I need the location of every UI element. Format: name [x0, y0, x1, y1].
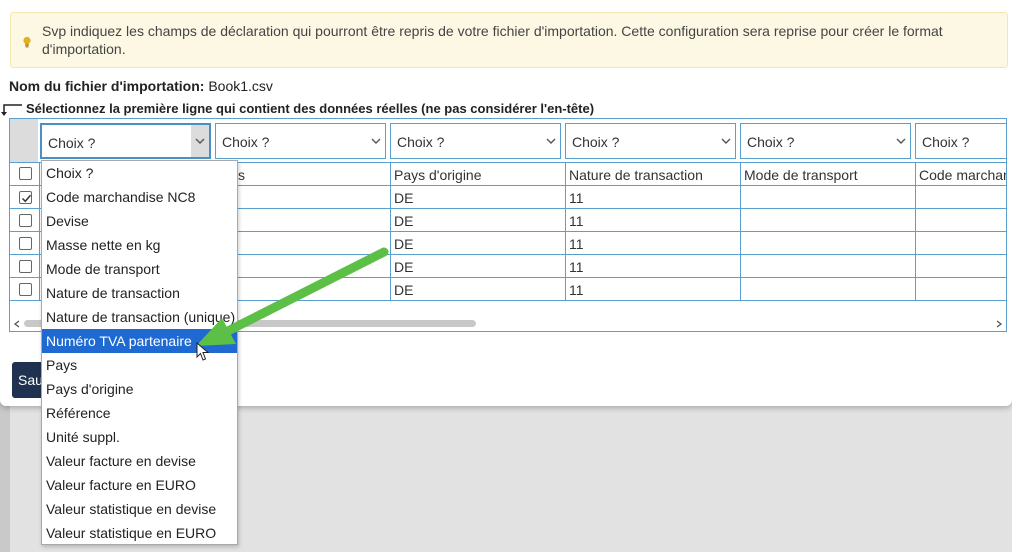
lightbulb-icon: [23, 36, 31, 48]
file-name-line: Nom du fichier d'importation: Book1.csv: [9, 78, 273, 94]
chooser-label: Choix ?: [572, 134, 620, 150]
nature-cell: 11: [569, 282, 584, 298]
dropdown-option[interactable]: Nature de transaction: [42, 281, 237, 305]
column-chooser-3[interactable]: Choix ?: [390, 123, 561, 159]
info-notice: Svp indiquez les champs de déclaration q…: [10, 12, 1008, 68]
grid-line: [39, 162, 40, 301]
column-chooser-6[interactable]: Choix ?: [915, 123, 1006, 159]
origin-cell: DE: [394, 213, 414, 229]
row-checkbox[interactable]: [19, 237, 32, 250]
grid-line: [915, 162, 916, 301]
dropdown-option[interactable]: Valeur statistique en EURO: [42, 521, 237, 545]
chooser-label: Choix ?: [48, 135, 96, 151]
corner-arrow-icon: [1, 104, 22, 116]
nature-cell: 11: [569, 213, 584, 229]
dropdown-option[interactable]: Code marchandise NC8: [42, 185, 237, 209]
hint-text: Sélectionnez la première ligne qui conti…: [26, 101, 595, 116]
chevron-down-icon: [367, 124, 385, 158]
nature-cell: 11: [569, 190, 584, 206]
column-chooser-4[interactable]: Choix ?: [565, 123, 736, 159]
chooser-label: Choix ?: [222, 134, 270, 150]
grid-line: [740, 162, 741, 301]
dropdown-option[interactable]: Valeur facture en devise: [42, 449, 237, 473]
chevron-down-icon: [542, 124, 560, 158]
nature-cell: 11: [569, 259, 584, 275]
grid-line: [565, 162, 566, 301]
dropdown-option[interactable]: Devise: [42, 209, 237, 233]
file-name-label: Nom du fichier d'importation:: [9, 78, 205, 94]
chevron-down-icon: [892, 124, 910, 158]
grid-line: [390, 162, 391, 301]
row-checkbox[interactable]: [19, 260, 32, 273]
grid-corner: [10, 119, 38, 163]
dropdown-option[interactable]: Référence: [42, 401, 237, 425]
dropdown-option[interactable]: Masse nette en kg: [42, 233, 237, 257]
column-chooser-5[interactable]: Choix ?: [740, 123, 911, 159]
header-cell: Nature de transaction: [569, 167, 703, 183]
dropdown-option[interactable]: Mode de transport: [42, 257, 237, 281]
dropdown-option[interactable]: Valeur statistique en devise: [42, 497, 237, 521]
chooser-label: Choix ?: [922, 134, 970, 150]
notice-text: Svp indiquez les champs de déclaration q…: [42, 23, 943, 57]
checkmark-icon: [21, 194, 32, 203]
header-cell: Mode de transport: [744, 167, 858, 183]
dropdown-option[interactable]: Valeur facture en EURO: [42, 473, 237, 497]
chooser-label: Choix ?: [397, 134, 445, 150]
dropdown-option[interactable]: Unité suppl.: [42, 425, 237, 449]
row-checkbox[interactable]: [19, 191, 32, 204]
chevron-left-icon[interactable]: [10, 317, 24, 331]
column-chooser-2[interactable]: Choix ?: [215, 123, 386, 159]
header-cell: Pays d'origine: [394, 167, 482, 183]
row-checkbox[interactable]: [19, 283, 32, 296]
row-checkbox[interactable]: [19, 214, 32, 227]
file-name-value: Book1.csv: [208, 78, 273, 94]
column-chooser-1[interactable]: Choix ?: [40, 123, 211, 159]
origin-cell: DE: [394, 259, 414, 275]
mouse-pointer-icon: [196, 342, 210, 361]
row-checkbox-header[interactable]: [19, 167, 32, 180]
dropdown-option[interactable]: Pays d'origine: [42, 377, 237, 401]
origin-cell: DE: [394, 282, 414, 298]
header-cell: Code marchan: [919, 167, 1007, 183]
origin-cell: DE: [394, 190, 414, 206]
dropdown-option[interactable]: Choix ?: [42, 161, 237, 185]
chevron-down-icon: [191, 125, 209, 157]
dropdown-option[interactable]: Nature de transaction (unique): [42, 305, 237, 329]
chevron-right-icon[interactable]: [992, 317, 1006, 331]
origin-cell: DE: [394, 236, 414, 252]
chevron-down-icon: [717, 124, 735, 158]
chooser-label: Choix ?: [747, 134, 795, 150]
nature-cell: 11: [569, 236, 584, 252]
